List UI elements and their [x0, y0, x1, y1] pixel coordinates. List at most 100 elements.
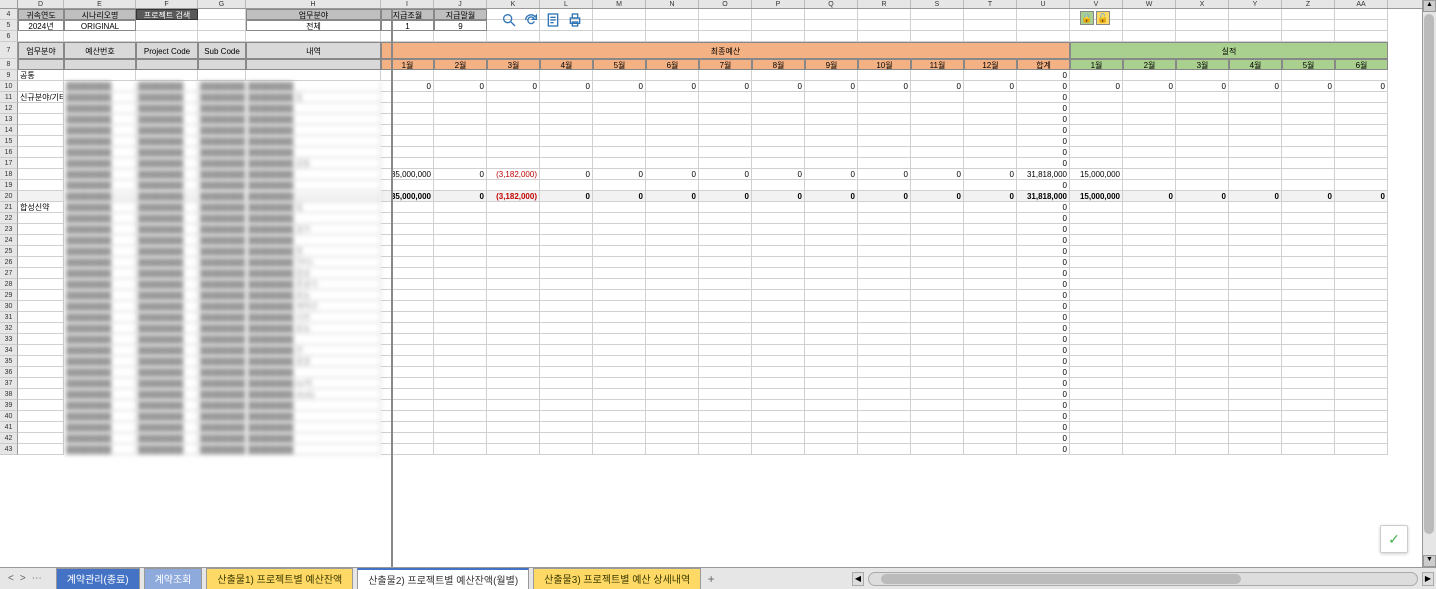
cell[interactable] — [1335, 213, 1388, 224]
cell[interactable] — [1335, 367, 1388, 378]
cell[interactable] — [434, 92, 487, 103]
cell[interactable] — [487, 180, 540, 191]
cell[interactable] — [1229, 334, 1282, 345]
cell[interactable] — [487, 213, 540, 224]
cell[interactable] — [858, 378, 911, 389]
cell[interactable] — [1229, 279, 1282, 290]
cell[interactable] — [699, 301, 752, 312]
cell[interactable] — [805, 268, 858, 279]
cell[interactable] — [805, 92, 858, 103]
cell[interactable] — [911, 136, 964, 147]
cell[interactable]: 0 — [1335, 191, 1388, 202]
cell[interactable] — [593, 433, 646, 444]
cell[interactable] — [593, 301, 646, 312]
cell[interactable] — [964, 202, 1017, 213]
cell[interactable] — [18, 224, 64, 235]
row-number[interactable]: 38 — [0, 389, 18, 400]
cell[interactable] — [1123, 158, 1176, 169]
cell[interactable] — [434, 103, 487, 114]
cell[interactable] — [1123, 411, 1176, 422]
cell[interactable] — [964, 334, 1017, 345]
cell[interactable] — [593, 290, 646, 301]
cell[interactable]: ████████ — [64, 422, 136, 433]
cell[interactable] — [858, 389, 911, 400]
sheet-tab[interactable]: 산출물3) 프로젝트별 예산 상세내역 — [533, 568, 701, 589]
cell[interactable] — [1176, 444, 1229, 455]
cell[interactable]: ████████ — [64, 312, 136, 323]
cell[interactable]: 업무분야 — [18, 42, 64, 59]
cell[interactable]: 0 — [1229, 191, 1282, 202]
cell[interactable]: 0 — [593, 81, 646, 92]
col-letter[interactable]: H — [246, 0, 381, 8]
cell[interactable]: ████████ — [136, 125, 198, 136]
cell[interactable] — [1229, 323, 1282, 334]
cell[interactable] — [540, 125, 593, 136]
cell[interactable] — [381, 345, 434, 356]
cell[interactable] — [381, 367, 434, 378]
row-number[interactable]: 13 — [0, 114, 18, 125]
cell[interactable]: 0 — [1017, 235, 1070, 246]
cell[interactable] — [805, 345, 858, 356]
cell[interactable] — [699, 257, 752, 268]
cell[interactable] — [911, 158, 964, 169]
cell[interactable]: 0 — [1017, 312, 1070, 323]
cell[interactable]: ████████ — [136, 389, 198, 400]
cell[interactable] — [752, 301, 805, 312]
cell[interactable] — [646, 125, 699, 136]
cell[interactable]: ████████ — [136, 301, 198, 312]
cell[interactable]: 0 — [1017, 125, 1070, 136]
cell[interactable] — [1229, 169, 1282, 180]
cell[interactable] — [540, 389, 593, 400]
cell[interactable]: ████████ 항 — [246, 246, 381, 257]
cell[interactable] — [246, 31, 381, 42]
cell[interactable] — [1282, 31, 1335, 42]
cell[interactable] — [1229, 400, 1282, 411]
cell[interactable]: 1월 — [381, 59, 434, 70]
cell[interactable] — [964, 31, 1017, 42]
cell[interactable]: 0 — [1017, 70, 1070, 81]
cell[interactable] — [540, 213, 593, 224]
cell[interactable] — [752, 290, 805, 301]
cell[interactable] — [1123, 92, 1176, 103]
cell[interactable] — [646, 180, 699, 191]
cell[interactable]: 0 — [646, 191, 699, 202]
cell[interactable] — [381, 433, 434, 444]
cell[interactable]: 0 — [1017, 81, 1070, 92]
cell[interactable] — [593, 9, 646, 20]
cell[interactable]: 0 — [1017, 92, 1070, 103]
cell[interactable] — [540, 378, 593, 389]
cell[interactable] — [699, 312, 752, 323]
cell[interactable] — [1282, 213, 1335, 224]
cell[interactable]: ████████ 공동 — [246, 158, 381, 169]
cell[interactable] — [487, 70, 540, 81]
cell[interactable] — [964, 400, 1017, 411]
cell[interactable] — [964, 114, 1017, 125]
cell[interactable]: 0 — [1017, 422, 1070, 433]
row-number[interactable]: 40 — [0, 411, 18, 422]
cell[interactable] — [434, 312, 487, 323]
cell[interactable] — [1335, 378, 1388, 389]
cell[interactable] — [911, 103, 964, 114]
cell[interactable] — [1123, 70, 1176, 81]
cell[interactable] — [1070, 246, 1123, 257]
cell[interactable]: Sub Code — [198, 42, 246, 59]
col-letter[interactable]: N — [646, 0, 699, 8]
cell[interactable] — [487, 323, 540, 334]
col-letter[interactable]: Z — [1282, 0, 1335, 8]
cell[interactable] — [540, 356, 593, 367]
cell[interactable] — [805, 125, 858, 136]
cell[interactable]: ████████ — [136, 312, 198, 323]
cell[interactable] — [1229, 9, 1282, 20]
cell[interactable] — [1017, 20, 1070, 31]
cell[interactable]: 0 — [699, 169, 752, 180]
cell[interactable] — [381, 334, 434, 345]
cell[interactable] — [593, 356, 646, 367]
cell[interactable] — [434, 444, 487, 455]
cell[interactable] — [540, 136, 593, 147]
cell[interactable] — [858, 411, 911, 422]
cell[interactable] — [487, 356, 540, 367]
cell[interactable] — [752, 312, 805, 323]
cell[interactable]: 0 — [805, 81, 858, 92]
cell[interactable] — [1335, 433, 1388, 444]
cell[interactable] — [487, 202, 540, 213]
